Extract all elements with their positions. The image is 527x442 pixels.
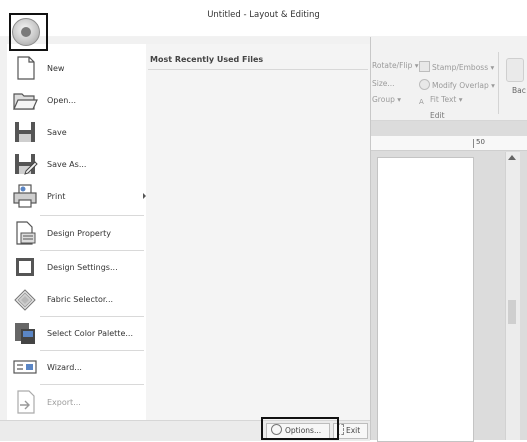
new-document-icon <box>17 56 35 80</box>
save-as-icon <box>15 154 38 175</box>
ruler-tick-label: 50 <box>476 138 485 146</box>
exit-label: Exit <box>346 426 361 435</box>
ruler-tick <box>473 139 474 148</box>
menu-item-open[interactable]: Open... <box>7 85 146 115</box>
menu-item-save-as[interactable]: Save As... <box>7 149 146 179</box>
modify-overlap-icon <box>419 79 430 90</box>
menu-item-label: New <box>47 64 65 73</box>
horizontal-ruler <box>369 136 527 151</box>
highlight-options-button <box>261 417 339 440</box>
design-settings-icon <box>16 258 34 276</box>
recent-files-panel <box>146 44 370 420</box>
fit-text-icon: A <box>419 98 424 106</box>
export-icon <box>17 390 35 414</box>
stamp-icon <box>419 61 430 72</box>
menu-item-select-color-palette[interactable]: Select Color Palette... <box>7 318 146 348</box>
modify-overlap-button[interactable]: Modify Overlap ▾ <box>419 79 495 90</box>
scroll-up-icon[interactable] <box>508 155 516 160</box>
ribbon-divider <box>498 52 499 114</box>
menu-separator <box>40 350 144 351</box>
menu-item-label: Fabric Selector... <box>47 295 114 304</box>
ribbon-group-label: Edit <box>430 111 445 120</box>
size-button[interactable]: Size... <box>372 79 395 88</box>
fabric-selector-icon <box>14 289 36 311</box>
menu-item-label: Export... <box>47 398 81 407</box>
recent-files-divider <box>148 69 368 70</box>
menu-item-label: Select Color Palette... <box>47 329 133 338</box>
recent-files-title: Most Recently Used Files <box>150 55 264 64</box>
menu-item-label: Print <box>47 192 66 201</box>
save-icon <box>15 122 35 142</box>
window-title: Untitled - Layout & Editing <box>207 10 320 20</box>
group-button[interactable]: Group ▾ <box>372 95 401 104</box>
menu-item-export[interactable]: Export... <box>7 387 146 417</box>
rotate-flip-button[interactable]: Rotate/Flip ▾ <box>372 61 418 70</box>
submenu-arrow-icon <box>143 193 146 199</box>
menu-item-save[interactable]: Save <box>7 117 146 147</box>
menu-item-label: Save <box>47 128 67 137</box>
menu-separator <box>40 215 144 216</box>
menu-separator <box>40 250 144 251</box>
menu-item-label: Save As... <box>47 160 87 169</box>
print-icon <box>13 184 37 208</box>
menu-item-new[interactable]: New <box>7 53 146 83</box>
color-palette-icon <box>15 323 35 344</box>
menu-item-wizard[interactable]: Wizard... <box>7 352 146 382</box>
menu-separator <box>40 384 144 385</box>
menu-item-label: Open... <box>47 96 76 105</box>
stamp-emboss-button[interactable]: Stamp/Emboss ▾ <box>419 61 494 72</box>
menu-item-design-property[interactable]: Design Property <box>7 218 146 248</box>
menu-item-label: Design Settings... <box>47 263 118 272</box>
menu-item-design-settings[interactable]: Design Settings... <box>7 252 146 282</box>
background-icon <box>506 58 524 82</box>
design-property-icon <box>16 221 36 245</box>
scrollbar-thumb[interactable] <box>508 300 516 324</box>
menu-separator <box>40 316 144 317</box>
design-canvas[interactable] <box>377 157 474 442</box>
fit-text-button[interactable]: A Fit Text ▾ <box>419 95 463 107</box>
menu-item-print[interactable]: Print <box>7 181 146 211</box>
menu-item-fabric-selector[interactable]: Fabric Selector... <box>7 284 146 314</box>
menu-item-label: Design Property <box>47 229 112 238</box>
menu-item-label: Wizard... <box>47 363 82 372</box>
vertical-scrollbar[interactable] <box>505 152 520 440</box>
background-button[interactable]: Bac <box>512 86 526 95</box>
open-folder-icon <box>13 93 38 110</box>
highlight-application-button <box>9 13 48 51</box>
wizard-icon <box>13 360 37 374</box>
